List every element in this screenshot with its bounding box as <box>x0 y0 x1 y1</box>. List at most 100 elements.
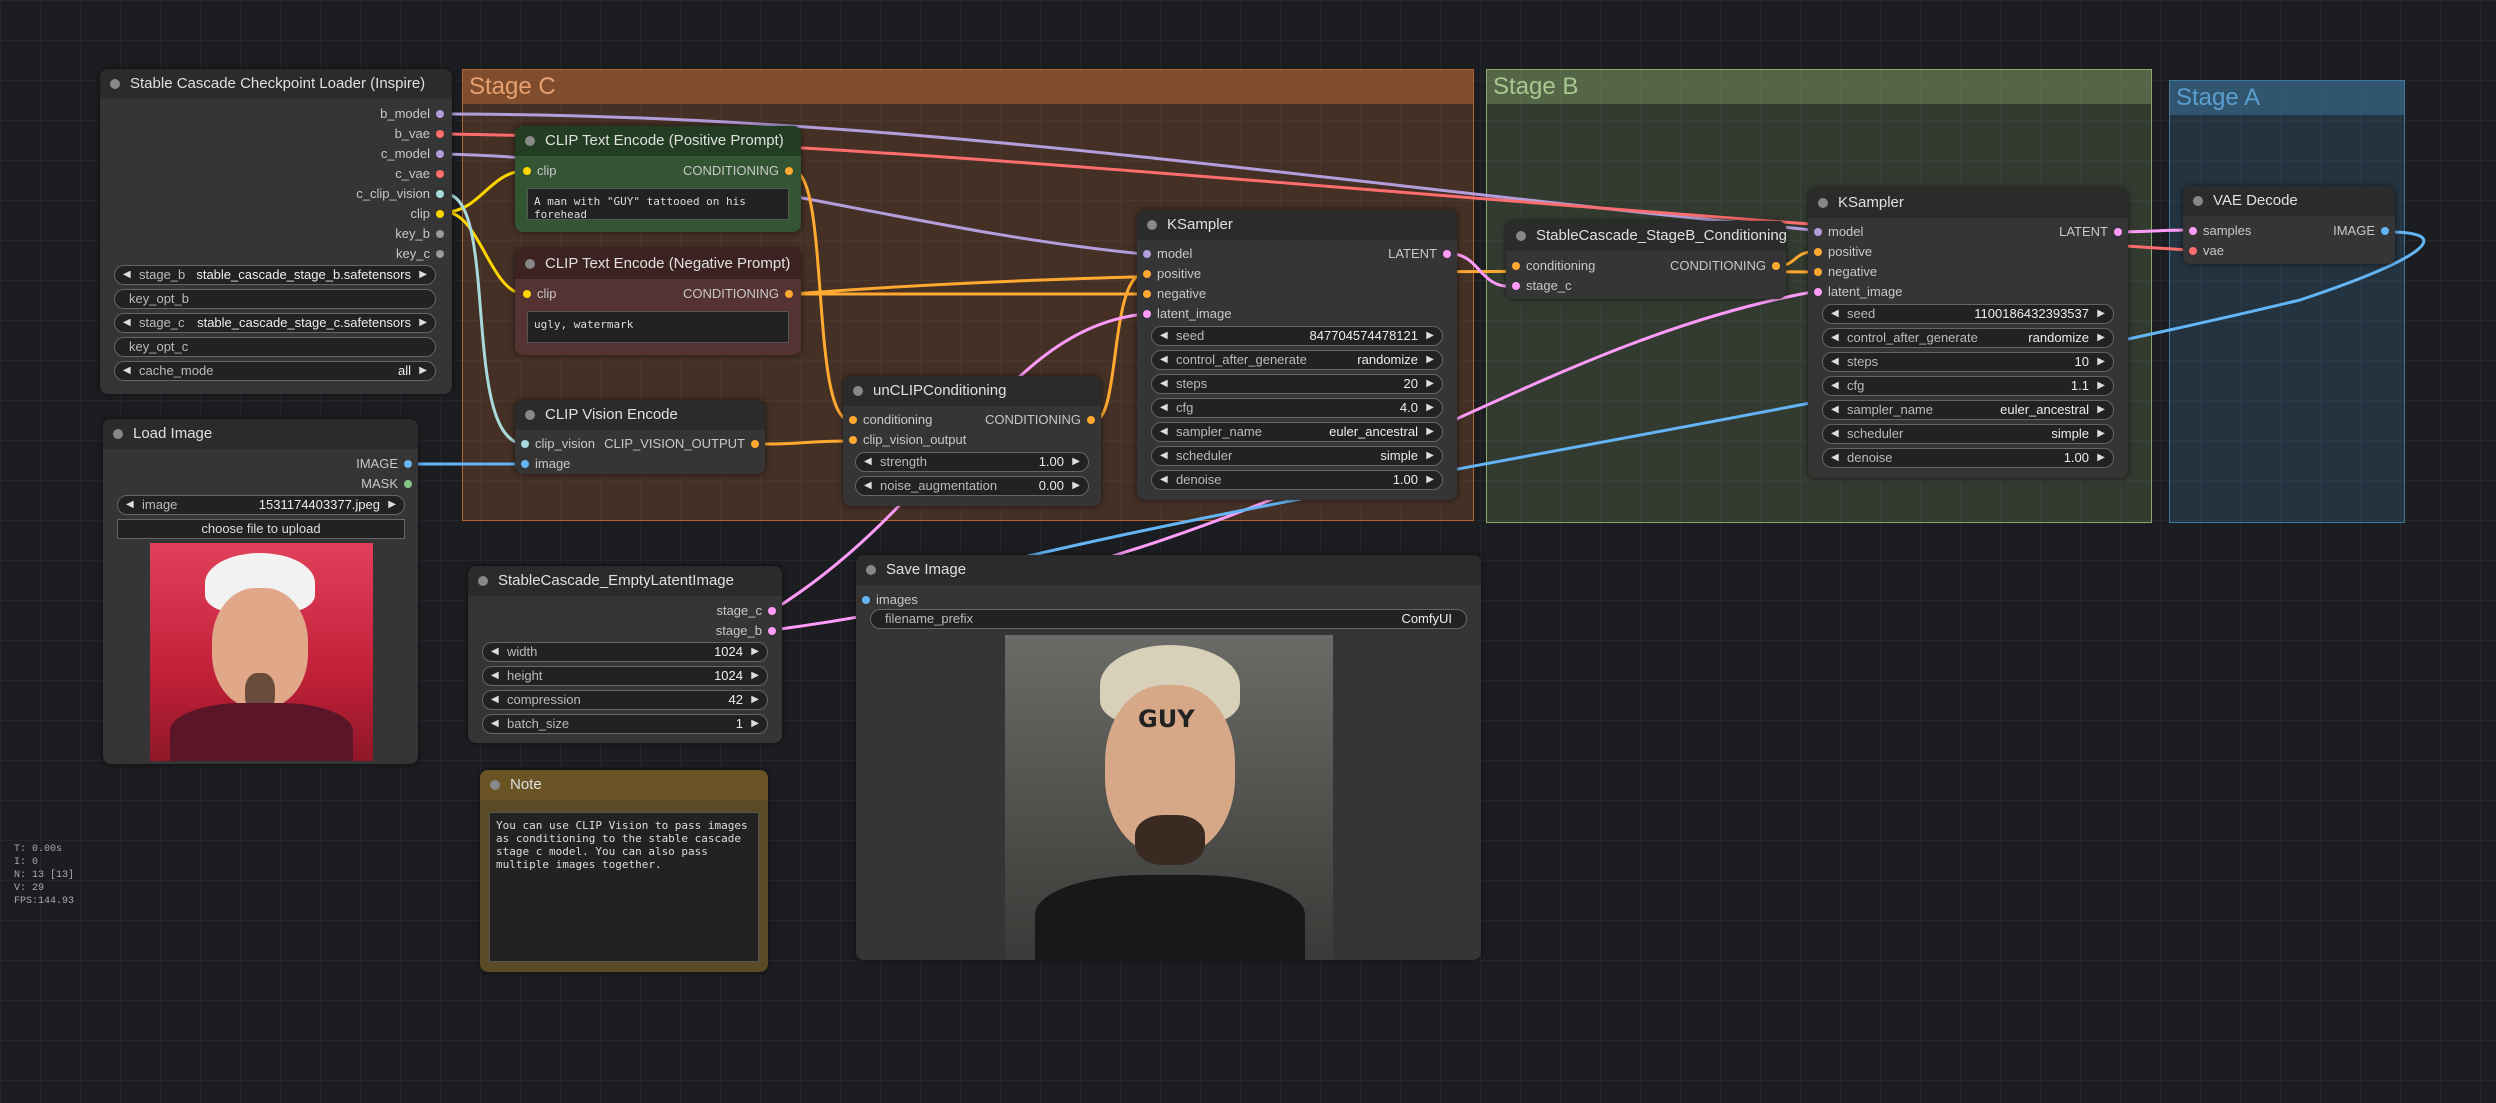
arrow-left-icon[interactable]: ◀ <box>1831 305 1839 323</box>
node-vae-decode[interactable]: VAE Decode samples vae IMAGE <box>2183 186 2395 264</box>
arrow-right-icon[interactable]: ▶ <box>1072 453 1080 471</box>
arrow-right-icon[interactable]: ▶ <box>419 266 427 284</box>
widget-denoise[interactable]: ◀ denoise 1.00 ▶ <box>1822 448 2114 468</box>
arrow-left-icon[interactable]: ◀ <box>1160 471 1168 489</box>
arrow-left-icon[interactable]: ◀ <box>1160 447 1168 465</box>
collapse-dot-icon[interactable] <box>525 259 535 269</box>
widget-batch-size[interactable]: ◀ batch_size 1 ▶ <box>482 714 768 734</box>
node-clip-text-positive[interactable]: CLIP Text Encode (Positive Prompt) clip … <box>515 126 801 232</box>
port-icon[interactable] <box>436 130 444 138</box>
arrow-left-icon[interactable]: ◀ <box>123 362 131 380</box>
widget-strength[interactable]: ◀ strength 1.00 ▶ <box>855 452 1089 472</box>
arrow-right-icon[interactable]: ▶ <box>419 314 427 332</box>
output-conditioning[interactable]: CONDITIONING <box>985 411 1095 429</box>
widget-control-after-generate[interactable]: ◀ control_after_generate randomize ▶ <box>1151 350 1443 370</box>
widget-denoise[interactable]: ◀ denoise 1.00 ▶ <box>1151 470 1443 490</box>
port-icon[interactable] <box>436 230 444 238</box>
port-icon[interactable] <box>436 170 444 178</box>
port-icon[interactable] <box>436 110 444 118</box>
node-header[interactable]: Load Image <box>103 419 418 449</box>
input-clip[interactable]: clip <box>523 285 557 303</box>
node-header[interactable]: KSampler <box>1808 188 2128 218</box>
port-icon[interactable] <box>523 167 531 175</box>
output-image[interactable]: IMAGE <box>356 455 412 473</box>
arrow-right-icon[interactable]: ▶ <box>1426 447 1434 465</box>
arrow-right-icon[interactable]: ▶ <box>751 667 759 685</box>
arrow-left-icon[interactable]: ◀ <box>1831 425 1839 443</box>
input-conditioning[interactable]: conditioning <box>1512 257 1595 275</box>
input-latent-image[interactable]: latent_image <box>1143 305 1231 323</box>
arrow-left-icon[interactable]: ◀ <box>1160 399 1168 417</box>
widget-width[interactable]: ◀ width 1024 ▶ <box>482 642 768 662</box>
port-icon[interactable] <box>1143 310 1151 318</box>
arrow-left-icon[interactable]: ◀ <box>1160 375 1168 393</box>
node-note[interactable]: Note You can use CLIP Vision to pass ima… <box>480 770 768 972</box>
arrow-left-icon[interactable]: ◀ <box>1160 327 1168 345</box>
note-textarea[interactable]: You can use CLIP Vision to pass images a… <box>489 812 759 962</box>
arrow-right-icon[interactable]: ▶ <box>1426 375 1434 393</box>
widget-key-opt-c[interactable]: key_opt_c <box>114 337 436 357</box>
port-icon[interactable] <box>404 480 412 488</box>
node-ksampler-stage-b[interactable]: KSampler model positive negative latent_… <box>1808 188 2128 478</box>
arrow-right-icon[interactable]: ▶ <box>1426 471 1434 489</box>
arrow-right-icon[interactable]: ▶ <box>1426 327 1434 345</box>
port-icon[interactable] <box>404 460 412 468</box>
input-conditioning[interactable]: conditioning <box>849 411 932 429</box>
arrow-right-icon[interactable]: ▶ <box>2097 401 2105 419</box>
node-header[interactable]: CLIP Text Encode (Negative Prompt) <box>515 249 801 279</box>
input-model[interactable]: model <box>1143 245 1192 263</box>
port-icon[interactable] <box>2381 227 2389 235</box>
node-header[interactable]: Stable Cascade Checkpoint Loader (Inspir… <box>100 69 452 99</box>
arrow-left-icon[interactable]: ◀ <box>1831 401 1839 419</box>
widget-steps[interactable]: ◀ steps 10 ▶ <box>1822 352 2114 372</box>
node-header[interactable]: VAE Decode <box>2183 186 2395 216</box>
port-icon[interactable] <box>849 416 857 424</box>
collapse-dot-icon[interactable] <box>525 136 535 146</box>
output-clip[interactable]: clip <box>410 205 444 223</box>
output-key-c[interactable]: key_c <box>396 245 444 263</box>
node-unclip-conditioning[interactable]: unCLIPConditioning conditioning clip_vis… <box>843 376 1101 506</box>
node-clip-vision-encode[interactable]: CLIP Vision Encode clip_vision image CLI… <box>515 400 765 474</box>
arrow-left-icon[interactable]: ◀ <box>1831 377 1839 395</box>
arrow-left-icon[interactable]: ◀ <box>491 667 499 685</box>
node-checkpoint-loader[interactable]: Stable Cascade Checkpoint Loader (Inspir… <box>100 69 452 394</box>
collapse-dot-icon[interactable] <box>1818 198 1828 208</box>
collapse-dot-icon[interactable] <box>490 780 500 790</box>
output-conditioning[interactable]: CONDITIONING <box>683 162 793 180</box>
widget-scheduler[interactable]: ◀ scheduler simple ▶ <box>1822 424 2114 444</box>
group-stage-a[interactable]: Stage A <box>2169 80 2405 523</box>
input-image[interactable]: image <box>521 455 570 473</box>
port-icon[interactable] <box>436 150 444 158</box>
arrow-right-icon[interactable]: ▶ <box>2097 425 2105 443</box>
widget-steps[interactable]: ◀ steps 20 ▶ <box>1151 374 1443 394</box>
input-positive[interactable]: positive <box>1143 265 1201 283</box>
widget-control-after-generate[interactable]: ◀ control_after_generate randomize ▶ <box>1822 328 2114 348</box>
widget-image[interactable]: ◀ image 1531174403377.jpeg ▶ <box>117 495 405 515</box>
arrow-right-icon[interactable]: ▶ <box>2097 329 2105 347</box>
port-icon[interactable] <box>785 290 793 298</box>
widget-key-opt-b[interactable]: key_opt_b <box>114 289 436 309</box>
arrow-right-icon[interactable]: ▶ <box>2097 305 2105 323</box>
arrow-left-icon[interactable]: ◀ <box>1160 351 1168 369</box>
port-icon[interactable] <box>521 460 529 468</box>
arrow-left-icon[interactable]: ◀ <box>126 496 134 514</box>
collapse-dot-icon[interactable] <box>525 410 535 420</box>
arrow-right-icon[interactable]: ▶ <box>751 715 759 733</box>
arrow-left-icon[interactable]: ◀ <box>1831 449 1839 467</box>
output-b-vae[interactable]: b_vae <box>395 125 444 143</box>
port-icon[interactable] <box>1772 262 1780 270</box>
input-samples[interactable]: samples <box>2189 222 2251 240</box>
collapse-dot-icon[interactable] <box>1147 220 1157 230</box>
port-icon[interactable] <box>1087 416 1095 424</box>
arrow-left-icon[interactable]: ◀ <box>123 266 131 284</box>
collapse-dot-icon[interactable] <box>1516 231 1526 241</box>
node-header[interactable]: StableCascade_EmptyLatentImage <box>468 566 782 596</box>
input-images[interactable]: images <box>862 591 918 609</box>
arrow-left-icon[interactable]: ◀ <box>864 477 872 495</box>
node-header[interactable]: Note <box>480 770 768 800</box>
arrow-left-icon[interactable]: ◀ <box>864 453 872 471</box>
output-key-b[interactable]: key_b <box>395 225 444 243</box>
widget-seed[interactable]: ◀ seed 847704574478121 ▶ <box>1151 326 1443 346</box>
widget-stage-c[interactable]: ◀ stage_c stable_cascade_stage_c.safetenso… <box>114 313 436 333</box>
widget-stage-b[interactable]: ◀ stage_b stable_cascade_stage_b.safetenso… <box>114 265 436 285</box>
